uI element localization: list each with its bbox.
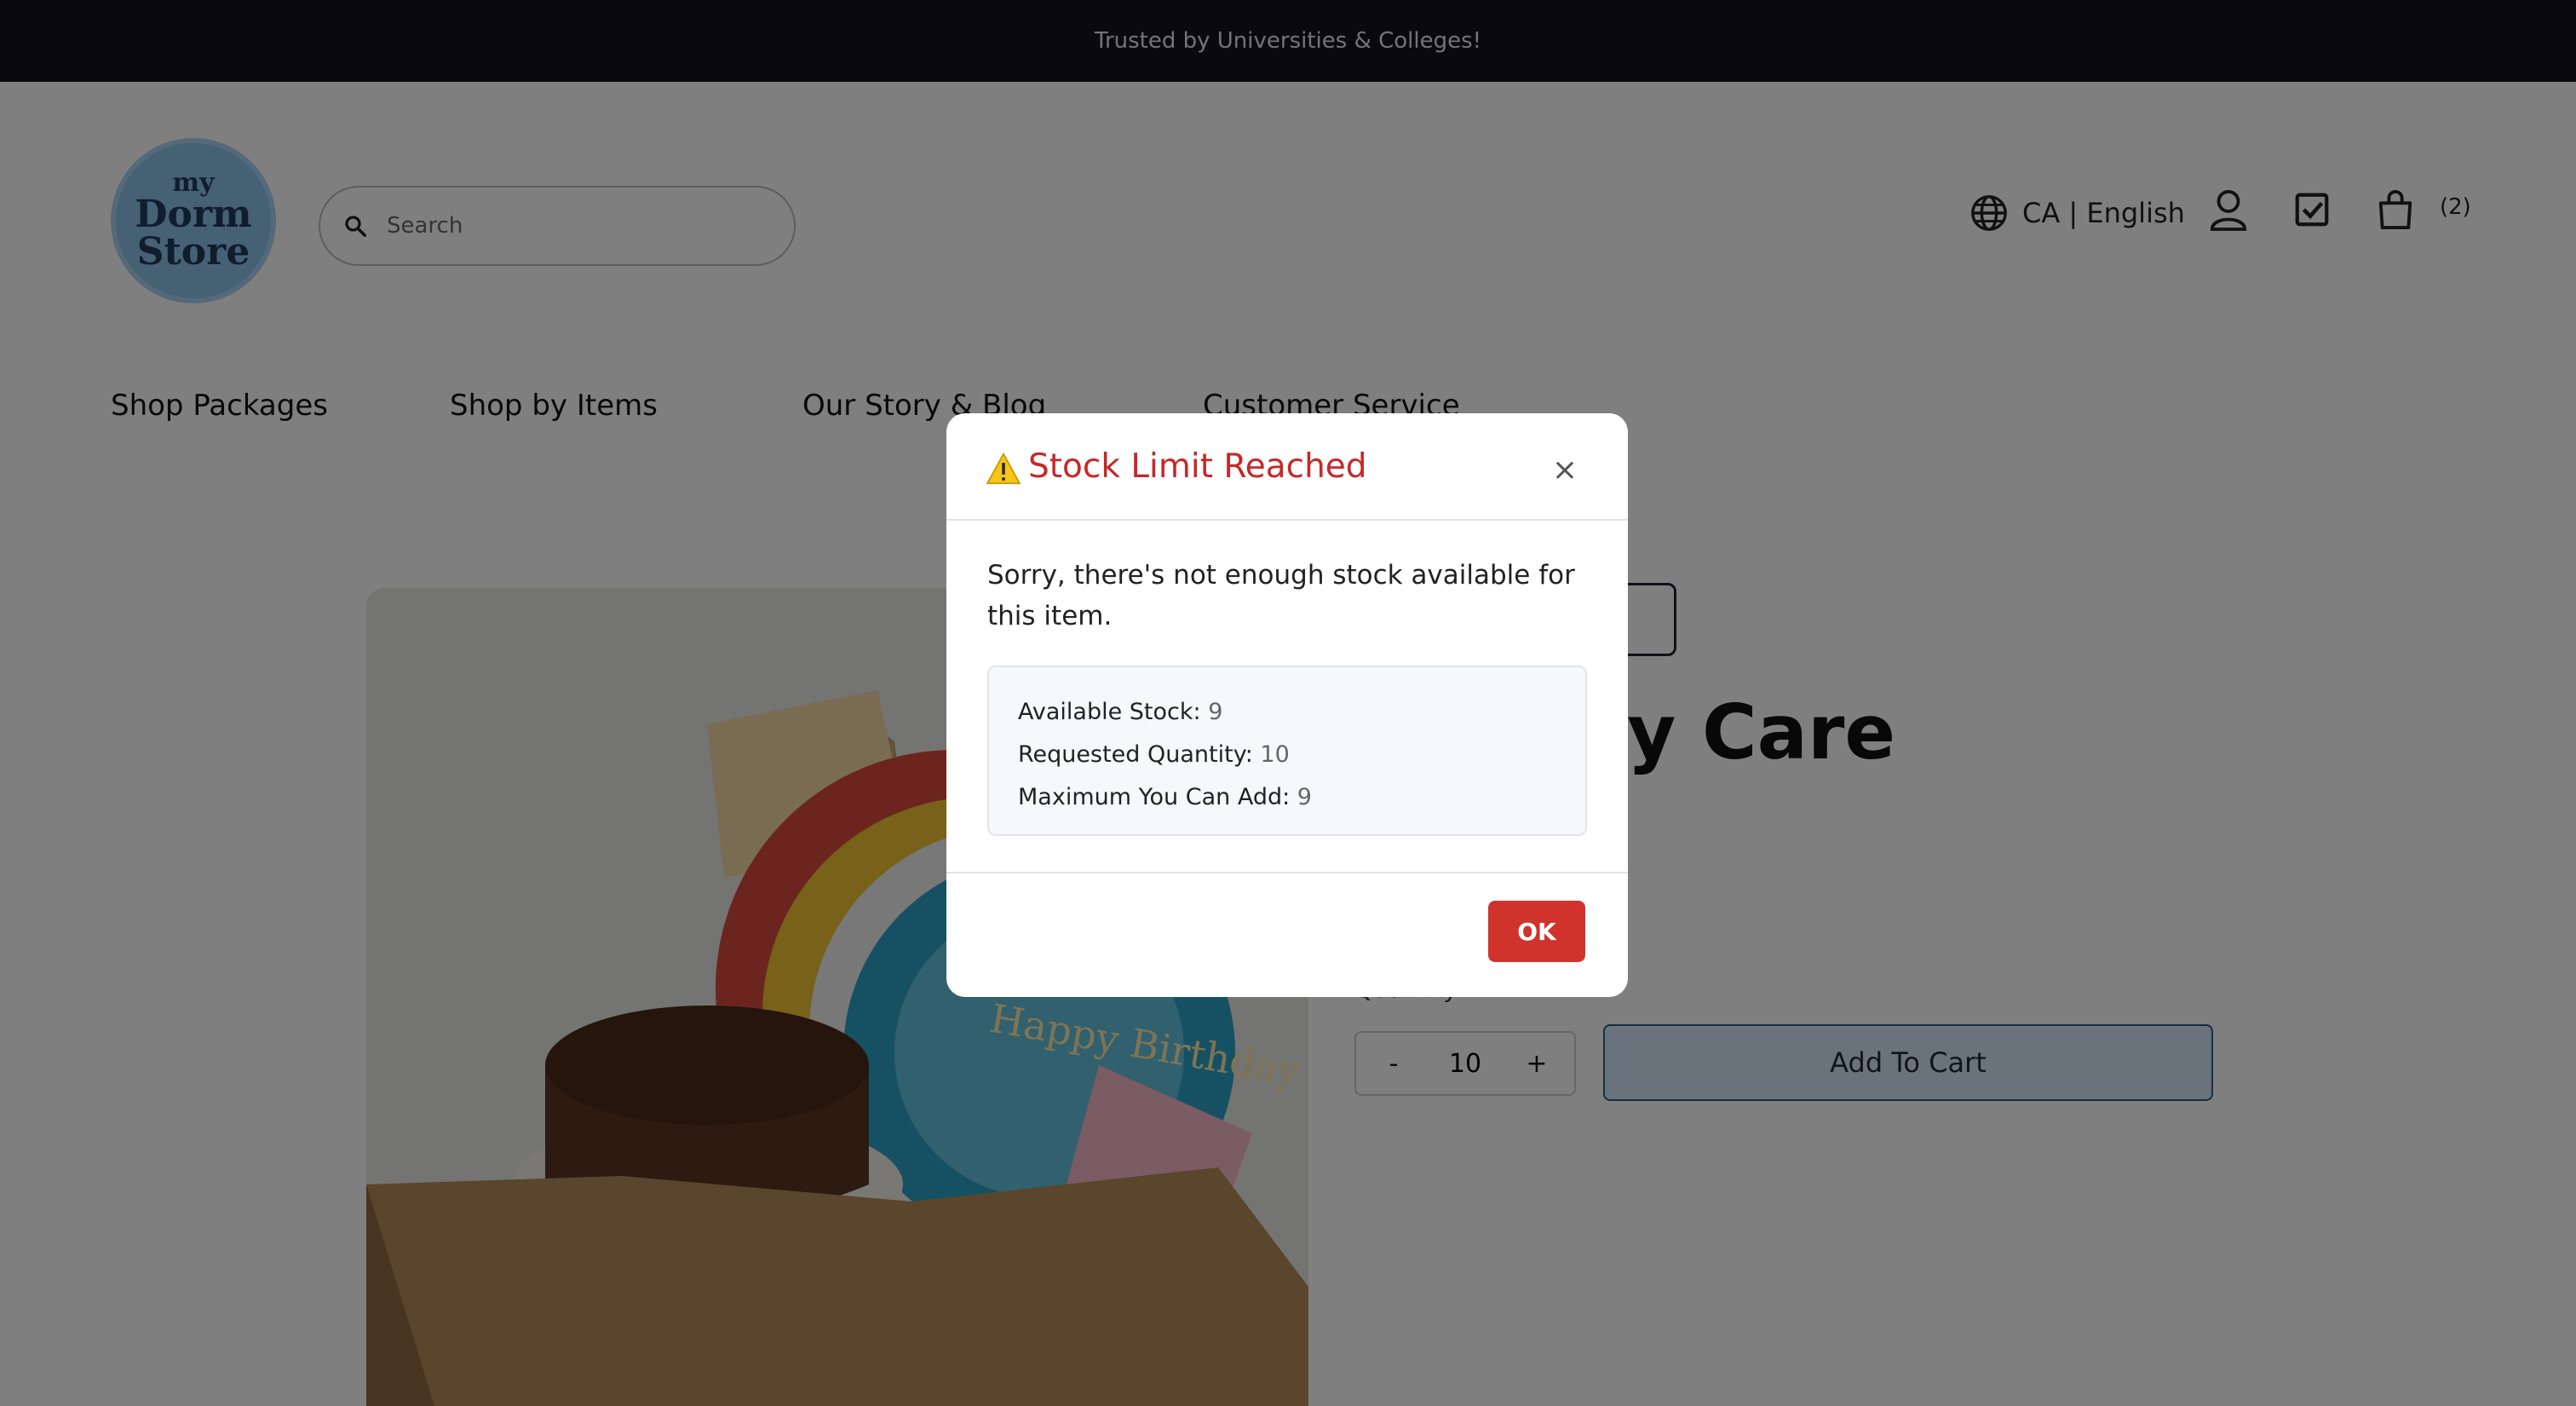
dialog-title: Stock Limit Reached: [1028, 447, 1367, 486]
dialog-divider: [946, 872, 1628, 873]
requested-quantity-value: 10: [1260, 741, 1290, 768]
dialog-message: Sorry, there's not enough stock availabl…: [987, 560, 1575, 631]
warning-icon: [986, 452, 1021, 485]
requested-quantity-label: Requested Quantity:: [1018, 741, 1253, 768]
available-stock-value: 9: [1208, 699, 1223, 725]
available-stock-label: Available Stock:: [1018, 699, 1201, 725]
ok-button[interactable]: OK: [1488, 901, 1585, 962]
max-addable-label: Maximum You Can Add:: [1018, 784, 1291, 810]
requested-quantity-row: Requested Quantity: 10: [1018, 734, 1585, 776]
dialog-header: Stock Limit Reached ×: [946, 413, 1628, 521]
close-icon[interactable]: ×: [1544, 449, 1585, 490]
stock-info-box: Available Stock: 9 Requested Quantity: 1…: [987, 666, 1587, 836]
max-addable-value: 9: [1297, 784, 1312, 810]
max-addable-row: Maximum You Can Add: 9: [1018, 776, 1585, 819]
available-stock-row: Available Stock: 9: [1018, 691, 1585, 734]
stock-limit-dialog: Stock Limit Reached × Sorry, there's not…: [946, 413, 1628, 997]
